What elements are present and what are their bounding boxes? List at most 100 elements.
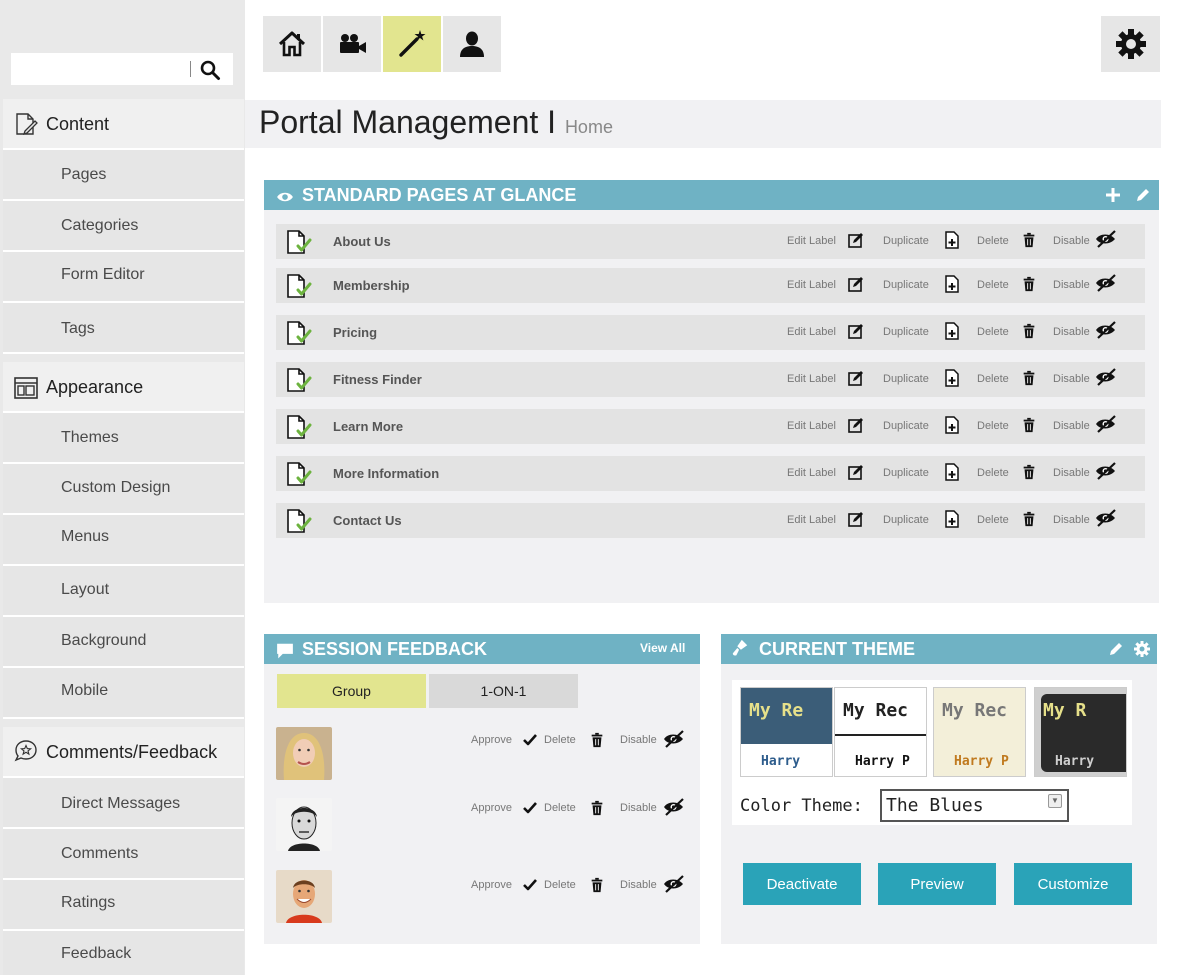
duplicate-icon[interactable] <box>943 231 961 249</box>
edit-icon[interactable] <box>847 322 865 340</box>
eye-off-icon[interactable] <box>1095 230 1117 248</box>
page-name[interactable]: About Us <box>333 234 391 249</box>
video-button[interactable] <box>323 16 381 72</box>
sidebar-item-tags[interactable]: Tags <box>3 303 244 354</box>
eye-off-icon[interactable] <box>663 730 685 748</box>
duplicate-link[interactable]: Duplicate <box>883 235 929 247</box>
edit-icon[interactable] <box>847 416 865 434</box>
magic-wand-button[interactable] <box>383 16 441 72</box>
disable-link[interactable]: Disable <box>1053 420 1090 432</box>
trash-icon[interactable] <box>589 800 605 816</box>
edit-label-link[interactable]: Edit Label <box>787 420 836 432</box>
eye-off-icon[interactable] <box>1095 321 1117 339</box>
delete-link[interactable]: Delete <box>977 467 1009 479</box>
trash-icon[interactable] <box>1021 232 1039 250</box>
sidebar-item-background[interactable]: Background <box>3 617 244 668</box>
delete-link[interactable]: Delete <box>544 802 576 814</box>
tab-group[interactable]: Group <box>277 674 426 708</box>
page-row[interactable]: Membership Edit Label Duplicate Delete Disab… <box>276 268 1145 303</box>
edit-label-link[interactable]: Edit Label <box>787 235 836 247</box>
edit-icon[interactable] <box>847 231 865 249</box>
disable-link[interactable]: Disable <box>1053 514 1090 526</box>
theme-thumbnail[interactable]: My R Harry <box>1034 687 1127 777</box>
search-input[interactable] <box>11 53 233 85</box>
eye-off-icon[interactable] <box>663 798 685 816</box>
duplicate-link[interactable]: Duplicate <box>883 420 929 432</box>
duplicate-icon[interactable] <box>943 463 961 481</box>
avatar[interactable] <box>276 798 332 851</box>
gear-icon[interactable] <box>1133 640 1151 658</box>
page-name[interactable]: Learn More <box>333 419 403 434</box>
page-name[interactable]: Pricing <box>333 325 377 340</box>
plus-icon[interactable] <box>1104 186 1122 204</box>
pencil-icon[interactable] <box>1107 640 1125 658</box>
duplicate-link[interactable]: Duplicate <box>883 279 929 291</box>
approve-link[interactable]: Approve <box>471 802 512 814</box>
delete-link[interactable]: Delete <box>544 734 576 746</box>
duplicate-link[interactable]: Duplicate <box>883 326 929 338</box>
duplicate-link[interactable]: Duplicate <box>883 514 929 526</box>
sidebar-item-mobile[interactable]: Mobile <box>3 668 244 719</box>
sidebar-item-form-editor[interactable]: Form Editor <box>3 252 244 303</box>
user-button[interactable] <box>443 16 501 72</box>
tab-one-on-one[interactable]: 1-ON-1 <box>429 674 578 708</box>
disable-link[interactable]: Disable <box>1053 373 1090 385</box>
disable-link[interactable]: Disable <box>1053 235 1090 247</box>
page-row[interactable]: More Information Edit Label Duplicate Delet… <box>276 456 1145 491</box>
delete-link[interactable]: Delete <box>977 279 1009 291</box>
disable-link[interactable]: Disable <box>620 802 657 814</box>
delete-link[interactable]: Delete <box>977 235 1009 247</box>
page-row[interactable]: Learn More Edit Label Duplicate Delete Disab… <box>276 409 1145 444</box>
edit-icon[interactable] <box>847 369 865 387</box>
edit-icon[interactable] <box>847 275 865 293</box>
trash-icon[interactable] <box>1021 511 1039 529</box>
delete-link[interactable]: Delete <box>544 879 576 891</box>
sidebar-item-comments[interactable]: Comments <box>3 829 244 880</box>
delete-link[interactable]: Delete <box>977 373 1009 385</box>
duplicate-icon[interactable] <box>943 275 961 293</box>
eye-off-icon[interactable] <box>1095 462 1117 480</box>
sidebar-item-themes[interactable]: Themes <box>3 413 244 464</box>
edit-label-link[interactable]: Edit Label <box>787 279 836 291</box>
view-all-link[interactable]: View All <box>640 641 685 655</box>
edit-label-link[interactable]: Edit Label <box>787 514 836 526</box>
eye-off-icon[interactable] <box>1095 415 1117 433</box>
duplicate-icon[interactable] <box>943 416 961 434</box>
page-row[interactable]: Pricing Edit Label Duplicate Delete Disable <box>276 315 1145 350</box>
edit-icon[interactable] <box>847 510 865 528</box>
disable-link[interactable]: Disable <box>1053 467 1090 479</box>
sidebar-section-content[interactable]: Content <box>3 99 244 150</box>
theme-thumbnail[interactable]: My Re Harry <box>740 687 833 777</box>
disable-link[interactable]: Disable <box>1053 326 1090 338</box>
disable-link[interactable]: Disable <box>620 734 657 746</box>
check-icon[interactable] <box>522 800 538 816</box>
sidebar-section-comments-feedback[interactable]: Comments/Feedback <box>3 727 244 778</box>
search-icon[interactable] <box>199 59 221 81</box>
disable-link[interactable]: Disable <box>620 879 657 891</box>
pencil-icon[interactable] <box>1134 186 1152 204</box>
eye-off-icon[interactable] <box>1095 274 1117 292</box>
edit-label-link[interactable]: Edit Label <box>787 326 836 338</box>
eye-off-icon[interactable] <box>1095 509 1117 527</box>
page-row[interactable]: About Us Edit Label Duplicate Delete Disable <box>276 224 1145 259</box>
sidebar-item-menus[interactable]: Menus <box>3 515 244 566</box>
trash-icon[interactable] <box>1021 464 1039 482</box>
approve-link[interactable]: Approve <box>471 879 512 891</box>
page-name[interactable]: More Information <box>333 466 439 481</box>
deactivate-button[interactable]: Deactivate <box>743 863 861 905</box>
check-icon[interactable] <box>522 732 538 748</box>
trash-icon[interactable] <box>1021 417 1039 435</box>
theme-thumbnail[interactable]: My Rec Harry P <box>933 687 1026 777</box>
sidebar-item-custom-design[interactable]: Custom Design <box>3 464 244 515</box>
delete-link[interactable]: Delete <box>977 326 1009 338</box>
sidebar-item-pages[interactable]: Pages <box>3 150 244 201</box>
edit-label-link[interactable]: Edit Label <box>787 373 836 385</box>
edit-label-link[interactable]: Edit Label <box>787 467 836 479</box>
page-name[interactable]: Membership <box>333 278 410 293</box>
sidebar-item-layout[interactable]: Layout <box>3 566 244 617</box>
check-icon[interactable] <box>522 877 538 893</box>
delete-link[interactable]: Delete <box>977 514 1009 526</box>
duplicate-icon[interactable] <box>943 510 961 528</box>
color-theme-select[interactable]: The Blues ▼ <box>880 789 1069 822</box>
duplicate-icon[interactable] <box>943 369 961 387</box>
